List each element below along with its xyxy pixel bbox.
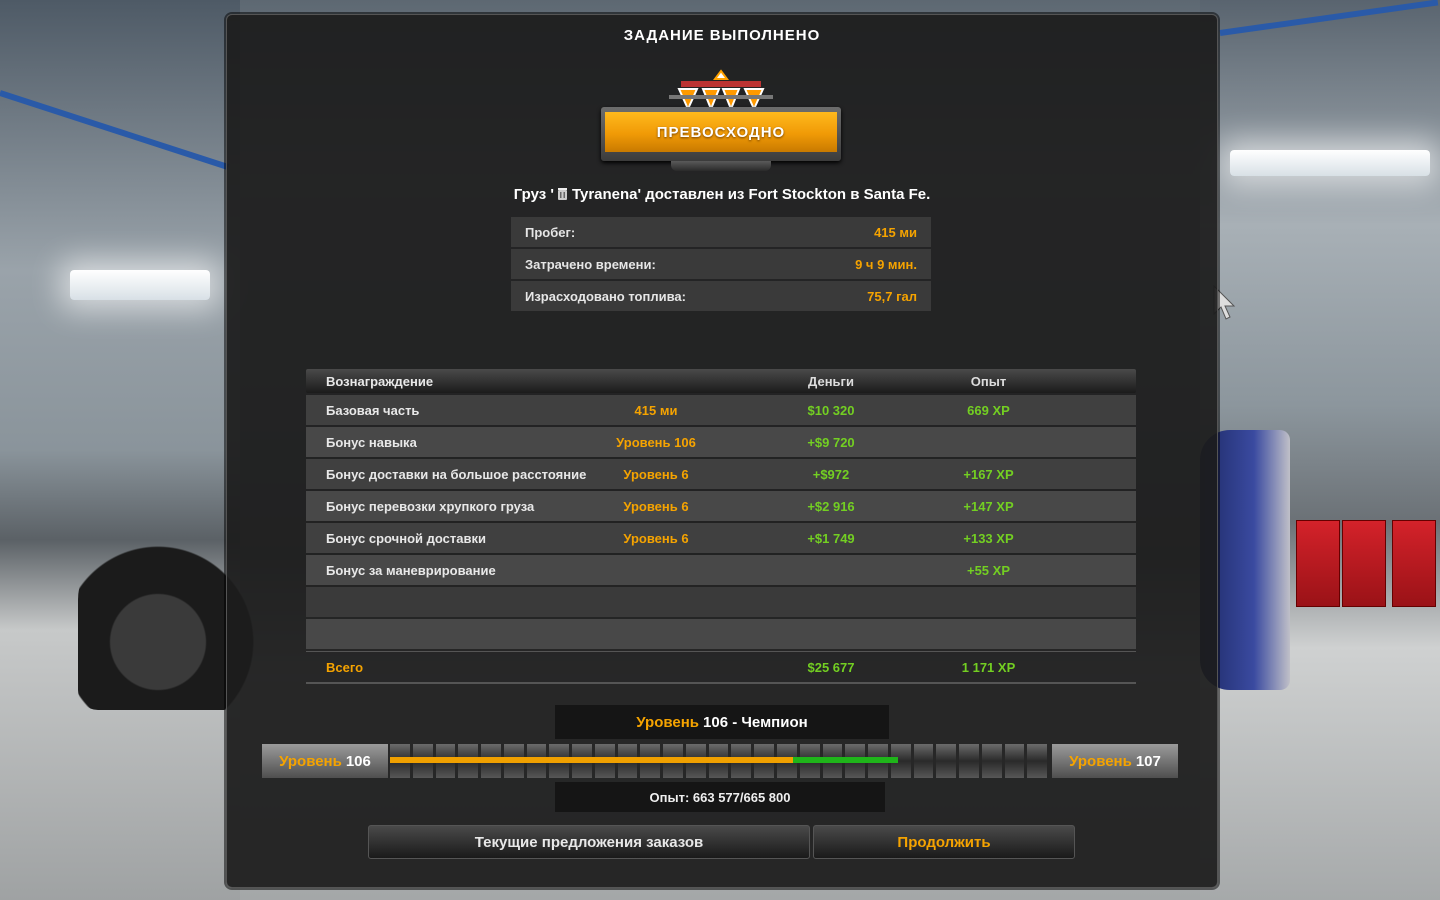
table-row-empty [306,587,1136,617]
header-money: Деньги [808,373,854,389]
reward-detail: Уровень 106 [616,434,696,450]
reward-detail: Уровень 6 [623,530,689,546]
reward-xp: +167 XP [963,466,1014,482]
xp-segment [981,744,1002,778]
reward-label: Бонус перевозки хрупкого груза [326,498,535,514]
stat-label: Израсходовано топлива: [525,288,686,304]
reward-xp: 669 XP [967,402,1010,418]
dialog-title: ЗАДАНИЕ ВЫПОЛНЕНО [623,27,821,44]
total-xp: 1 171 XP [961,659,1016,675]
xp-fill-previous [390,757,793,763]
stat-row-fuel: Израсходовано топлива: 75,7 гал [511,281,931,311]
tool-cabinet [1392,520,1436,607]
reward-label: Базовая часть [326,402,420,418]
rating-label: ПРЕВОСХОДНО [605,112,837,152]
header-reward: Вознаграждение [326,373,434,389]
beer-keg-icon [557,188,567,200]
next-level-label: Уровень [1069,752,1132,770]
current-level-label: Уровень [279,752,342,770]
reward-label: Бонус доставки на большое расстояние [326,466,587,482]
current-level-number: 106 [345,752,371,770]
continue-button[interactable]: Продолжить [813,825,1075,859]
total-money: $25 677 [807,659,855,675]
job-complete-dialog: ЗАДАНИЕ ВЫПОЛНЕНО ПРЕВОСХОДНО Груз ' Tyra… [226,14,1218,888]
stat-label: Затрачено времени: [525,256,656,272]
reward-money: +$972 [812,466,850,482]
xp-segment [1004,744,1025,778]
reward-detail: Уровень 6 [623,466,689,482]
table-row: Бонус за маневрирование +55 XP [306,555,1136,585]
reward-money: +$1 749 [807,530,855,546]
job-offers-button[interactable]: Текущие предложения заказов [368,825,810,859]
level-title: Уровень 106 - Чемпион [555,705,889,739]
tool-cabinet [1342,520,1386,607]
rating-plate: ПРЕВОСХОДНО [601,107,841,161]
tool-cabinet [1296,520,1340,607]
stat-row-time: Затрачено времени: 9 ч 9 мин. [511,249,931,279]
rating-plate-base [671,161,771,171]
cargo-text: Tyranena' доставлен из Fort Stockton в S… [571,186,931,203]
table-row: Базовая часть 415 ми $10 320 669 XP [306,395,1136,425]
level-title-value: 106 - Чемпион [703,713,808,731]
reward-detail: Уровень 6 [623,498,689,514]
reward-money: +$9 720 [807,434,855,450]
xp-segment [936,744,957,778]
level-title-label: Уровень [636,713,700,731]
rewards-total-row: Всего $25 677 1 171 XP [306,651,1136,684]
stat-value: 415 ми [874,224,917,240]
header-xp: Опыт [970,373,1007,389]
reward-xp: +133 XP [963,530,1014,546]
table-row: Бонус срочной доставки Уровень 6 +$1 749… [306,523,1136,553]
xp-segment [913,744,934,778]
cargo-description: Груз ' Tyranena' доставлен из Fort Stockt… [227,186,1217,203]
trip-stats: Пробег: 415 ми Затрачено времени: 9 ч 9 … [511,217,931,313]
next-level-box: Уровень 107 [1052,744,1178,778]
cargo-prefix: Груз ' [513,186,554,203]
table-row: Бонус перевозки хрупкого груза Уровень 6… [306,491,1136,521]
reward-label: Бонус навыка [326,434,417,450]
table-row-empty [306,619,1136,649]
reward-label: Бонус за маневрирование [326,562,496,578]
stat-row-distance: Пробег: 415 ми [511,217,931,247]
stat-value: 9 ч 9 мин. [855,256,917,272]
current-level-box: Уровень 106 [262,744,388,778]
stat-label: Пробег: [525,224,576,240]
reward-money: +$2 916 [807,498,855,514]
total-label: Всего [326,659,364,675]
xp-progress-bar: Уровень 106 Уровень 107 [262,744,1178,778]
rating-badge: ПРЕВОСХОДНО [601,69,841,179]
ceiling-light [70,270,210,300]
reward-xp: +55 XP [966,562,1010,578]
xp-readout: Опыт: 663 577/665 800 [555,782,885,812]
table-row: Бонус навыка Уровень 106 +$9 720 [306,427,1136,457]
ceiling-light [1230,150,1430,176]
reward-xp: +147 XP [963,498,1014,514]
xp-fill-gained [792,757,899,763]
rewards-table: Вознаграждение Деньги Опыт Базовая часть… [306,369,1136,684]
reward-money: $10 320 [807,402,855,418]
xp-segment [1027,744,1048,778]
reward-detail: 415 ми [634,402,678,418]
next-level-number: 107 [1135,752,1161,770]
rewards-header: Вознаграждение Деньги Опыт [306,369,1136,393]
xp-segment [959,744,979,778]
stat-value: 75,7 гал [867,288,917,304]
table-row: Бонус доставки на большое расстояние Уро… [306,459,1136,489]
reward-label: Бонус срочной доставки [326,530,486,546]
